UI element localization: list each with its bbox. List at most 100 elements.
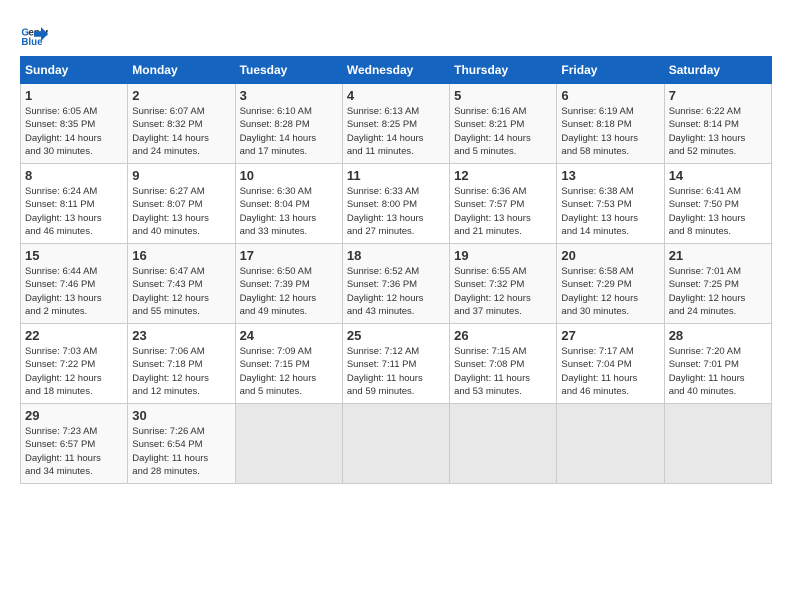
day-info: Sunrise: 6:38 AM Sunset: 7:53 PM Dayligh… — [561, 185, 659, 238]
calendar-cell: 23 Sunrise: 7:06 AM Sunset: 7:18 PM Dayli… — [128, 324, 235, 404]
calendar-week-2: 15 Sunrise: 6:44 AM Sunset: 7:46 PM Dayli… — [21, 244, 772, 324]
day-number: 30 — [132, 408, 230, 423]
calendar-cell: 14 Sunrise: 6:41 AM Sunset: 7:50 PM Dayli… — [664, 164, 771, 244]
day-info: Sunrise: 6:10 AM Sunset: 8:28 PM Dayligh… — [240, 105, 338, 158]
day-number: 17 — [240, 248, 338, 263]
calendar-cell: 8 Sunrise: 6:24 AM Sunset: 8:11 PM Daylig… — [21, 164, 128, 244]
svg-text:B: B — [21, 37, 28, 48]
day-info: Sunrise: 7:12 AM Sunset: 7:11 PM Dayligh… — [347, 345, 445, 398]
logo-icon: G eneral B lue — [20, 20, 48, 48]
day-number: 11 — [347, 168, 445, 183]
calendar-cell: 29 Sunrise: 7:23 AM Sunset: 6:57 PM Dayli… — [21, 404, 128, 484]
day-header-saturday: Saturday — [664, 57, 771, 84]
calendar-cell: 5 Sunrise: 6:16 AM Sunset: 8:21 PM Daylig… — [450, 84, 557, 164]
calendar-cell: 3 Sunrise: 6:10 AM Sunset: 8:28 PM Daylig… — [235, 84, 342, 164]
day-number: 19 — [454, 248, 552, 263]
day-number: 9 — [132, 168, 230, 183]
day-info: Sunrise: 6:50 AM Sunset: 7:39 PM Dayligh… — [240, 265, 338, 318]
calendar-cell — [342, 404, 449, 484]
calendar-cell: 27Sunrise: 7:17 AM Sunset: 7:04 PM Dayli… — [557, 324, 664, 404]
calendar-cell: 4 Sunrise: 6:13 AM Sunset: 8:25 PM Daylig… — [342, 84, 449, 164]
day-number: 16 — [132, 248, 230, 263]
calendar-cell: 24 Sunrise: 7:09 AM Sunset: 7:15 PM Dayli… — [235, 324, 342, 404]
day-header-thursday: Thursday — [450, 57, 557, 84]
day-info: Sunrise: 6:30 AM Sunset: 8:04 PM Dayligh… — [240, 185, 338, 238]
day-number: 29 — [25, 408, 123, 423]
day-info: Sunrise: 6:24 AM Sunset: 8:11 PM Dayligh… — [25, 185, 123, 238]
day-info: Sunrise: 6:33 AM Sunset: 8:00 PM Dayligh… — [347, 185, 445, 238]
day-number: 28 — [669, 328, 767, 343]
day-number: 12 — [454, 168, 552, 183]
day-header-friday: Friday — [557, 57, 664, 84]
day-number: 10 — [240, 168, 338, 183]
calendar-cell: 1 Sunrise: 6:05 AM Sunset: 8:35 PM Daylig… — [21, 84, 128, 164]
day-info: Sunrise: 6:41 AM Sunset: 7:50 PM Dayligh… — [669, 185, 767, 238]
calendar-cell: 18 Sunrise: 6:52 AM Sunset: 7:36 PM Dayli… — [342, 244, 449, 324]
calendar-cell: 19 Sunrise: 6:55 AM Sunset: 7:32 PM Dayli… — [450, 244, 557, 324]
day-number: 23 — [132, 328, 230, 343]
day-info: Sunrise: 7:06 AM Sunset: 7:18 PM Dayligh… — [132, 345, 230, 398]
calendar-cell: 2Sunrise: 6:07 AM Sunset: 8:32 PM Daylig… — [128, 84, 235, 164]
day-number: 18 — [347, 248, 445, 263]
day-info: Sunrise: 6:55 AM Sunset: 7:32 PM Dayligh… — [454, 265, 552, 318]
day-number: 20 — [561, 248, 659, 263]
day-info: Sunrise: 7:23 AM Sunset: 6:57 PM Dayligh… — [25, 425, 123, 478]
day-number: 25 — [347, 328, 445, 343]
day-info: Sunrise: 7:15 AM Sunset: 7:08 PM Dayligh… — [454, 345, 552, 398]
calendar-header-row: SundayMondayTuesdayWednesdayThursdayFrid… — [21, 57, 772, 84]
day-info: Sunrise: 6:36 AM Sunset: 7:57 PM Dayligh… — [454, 185, 552, 238]
calendar-cell: 30Sunrise: 7:26 AM Sunset: 6:54 PM Dayli… — [128, 404, 235, 484]
day-number: 4 — [347, 88, 445, 103]
day-number: 26 — [454, 328, 552, 343]
day-info: Sunrise: 6:47 AM Sunset: 7:43 PM Dayligh… — [132, 265, 230, 318]
calendar-cell: 28Sunrise: 7:20 AM Sunset: 7:01 PM Dayli… — [664, 324, 771, 404]
svg-text:lue: lue — [28, 37, 43, 48]
day-info: Sunrise: 6:07 AM Sunset: 8:32 PM Dayligh… — [132, 105, 230, 158]
day-number: 15 — [25, 248, 123, 263]
calendar-cell: 20Sunrise: 6:58 AM Sunset: 7:29 PM Dayli… — [557, 244, 664, 324]
day-info: Sunrise: 7:03 AM Sunset: 7:22 PM Dayligh… — [25, 345, 123, 398]
calendar-cell: 10 Sunrise: 6:30 AM Sunset: 8:04 PM Dayli… — [235, 164, 342, 244]
day-info: Sunrise: 6:52 AM Sunset: 7:36 PM Dayligh… — [347, 265, 445, 318]
calendar-cell: 13Sunrise: 6:38 AM Sunset: 7:53 PM Dayli… — [557, 164, 664, 244]
calendar-cell: 25 Sunrise: 7:12 AM Sunset: 7:11 PM Dayli… — [342, 324, 449, 404]
day-number: 7 — [669, 88, 767, 103]
calendar-cell: 26 Sunrise: 7:15 AM Sunset: 7:08 PM Dayli… — [450, 324, 557, 404]
day-number: 24 — [240, 328, 338, 343]
day-info: Sunrise: 6:16 AM Sunset: 8:21 PM Dayligh… — [454, 105, 552, 158]
day-info: Sunrise: 7:01 AM Sunset: 7:25 PM Dayligh… — [669, 265, 767, 318]
day-info: Sunrise: 6:19 AM Sunset: 8:18 PM Dayligh… — [561, 105, 659, 158]
calendar-cell — [557, 404, 664, 484]
day-number: 8 — [25, 168, 123, 183]
day-info: Sunrise: 6:13 AM Sunset: 8:25 PM Dayligh… — [347, 105, 445, 158]
calendar-cell: 7Sunrise: 6:22 AM Sunset: 8:14 PM Daylig… — [664, 84, 771, 164]
day-info: Sunrise: 6:05 AM Sunset: 8:35 PM Dayligh… — [25, 105, 123, 158]
day-info: Sunrise: 7:09 AM Sunset: 7:15 PM Dayligh… — [240, 345, 338, 398]
day-number: 14 — [669, 168, 767, 183]
calendar-cell: 16 Sunrise: 6:47 AM Sunset: 7:43 PM Dayli… — [128, 244, 235, 324]
day-number: 22 — [25, 328, 123, 343]
day-header-wednesday: Wednesday — [342, 57, 449, 84]
day-number: 3 — [240, 88, 338, 103]
logo: G eneral B lue — [20, 20, 52, 48]
day-info: Sunrise: 6:27 AM Sunset: 8:07 PM Dayligh… — [132, 185, 230, 238]
calendar-cell: 21 Sunrise: 7:01 AM Sunset: 7:25 PM Dayli… — [664, 244, 771, 324]
calendar-week-4: 29 Sunrise: 7:23 AM Sunset: 6:57 PM Dayli… — [21, 404, 772, 484]
calendar-cell: 9 Sunrise: 6:27 AM Sunset: 8:07 PM Daylig… — [128, 164, 235, 244]
day-info: Sunrise: 7:17 AM Sunset: 7:04 PM Dayligh… — [561, 345, 659, 398]
calendar-table: SundayMondayTuesdayWednesdayThursdayFrid… — [20, 56, 772, 484]
calendar-cell: 17 Sunrise: 6:50 AM Sunset: 7:39 PM Dayli… — [235, 244, 342, 324]
calendar-cell — [664, 404, 771, 484]
day-number: 21 — [669, 248, 767, 263]
calendar-cell — [450, 404, 557, 484]
day-number: 5 — [454, 88, 552, 103]
day-number: 1 — [25, 88, 123, 103]
calendar-cell: 22 Sunrise: 7:03 AM Sunset: 7:22 PM Dayli… — [21, 324, 128, 404]
calendar-cell: 6Sunrise: 6:19 AM Sunset: 8:18 PM Daylig… — [557, 84, 664, 164]
calendar-week-3: 22 Sunrise: 7:03 AM Sunset: 7:22 PM Dayli… — [21, 324, 772, 404]
day-info: Sunrise: 6:44 AM Sunset: 7:46 PM Dayligh… — [25, 265, 123, 318]
day-header-monday: Monday — [128, 57, 235, 84]
day-header-tuesday: Tuesday — [235, 57, 342, 84]
calendar-week-0: 1 Sunrise: 6:05 AM Sunset: 8:35 PM Daylig… — [21, 84, 772, 164]
calendar-cell: 11 Sunrise: 6:33 AM Sunset: 8:00 PM Dayli… — [342, 164, 449, 244]
